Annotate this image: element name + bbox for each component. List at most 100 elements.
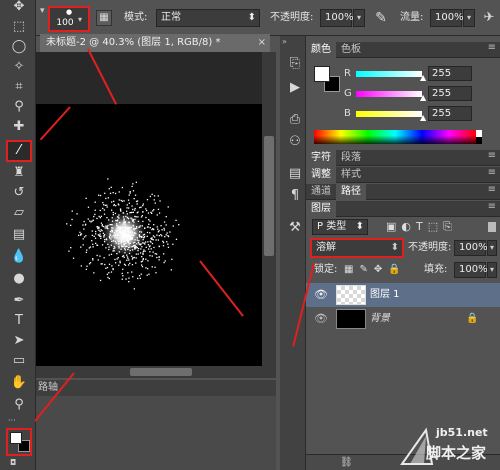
- tab-layers[interactable]: 图层: [306, 201, 336, 217]
- panel-menu-icon[interactable]: ≡: [488, 167, 496, 178]
- lock-position-icon[interactable]: ✥: [374, 264, 388, 275]
- dodge-tool-icon[interactable]: ●: [8, 269, 30, 289]
- hand-tool-icon[interactable]: ✋: [8, 373, 30, 393]
- tab-paragraph[interactable]: 段落: [336, 150, 366, 166]
- horizontal-scroll-thumb[interactable]: [130, 368, 192, 376]
- pressure-opacity-icon[interactable]: ✎: [372, 8, 390, 28]
- panel-menu-icon[interactable]: ≡: [488, 201, 496, 212]
- character-panel-icon[interactable]: ▤: [284, 164, 306, 184]
- panel-menu-icon[interactable]: ≡: [488, 42, 496, 53]
- panel-menu-icon[interactable]: ≡: [488, 184, 496, 195]
- healing-brush-tool-icon[interactable]: ✚: [8, 117, 30, 137]
- clone-source-icon[interactable]: ⚇: [284, 132, 306, 152]
- opacity-dropdown-icon[interactable]: ▾: [353, 9, 365, 27]
- history-brush-tool-icon[interactable]: ↺: [8, 183, 30, 203]
- spectrum-white-swatch[interactable]: [476, 130, 482, 137]
- blur-tool-icon[interactable]: 💧: [8, 247, 30, 267]
- layer-opacity-dropdown-icon[interactable]: ▾: [487, 240, 497, 256]
- layer-opacity-input[interactable]: 100%: [454, 240, 488, 256]
- filter-type-icon[interactable]: T: [416, 220, 428, 233]
- gradient-tool-icon[interactable]: ▤: [8, 225, 30, 245]
- spectrum-black-swatch[interactable]: [476, 137, 482, 144]
- pen-tool-icon[interactable]: ✒: [8, 291, 30, 311]
- opacity-input[interactable]: 100%: [320, 9, 354, 27]
- eye-icon[interactable]: 👁: [314, 312, 328, 326]
- blend-mode-select[interactable]: 溶解 ⬍: [310, 238, 404, 258]
- channel-g-slider[interactable]: [356, 91, 422, 97]
- magic-wand-tool-icon[interactable]: ✧: [8, 57, 30, 77]
- actions-panel-icon[interactable]: ▶: [284, 78, 306, 98]
- path-selection-tool-icon[interactable]: ➤: [8, 331, 30, 351]
- document-tab[interactable]: 未标题-2 @ 40.3% (图层 1, RGB/8) * ×: [40, 34, 270, 52]
- filter-adjustment-icon[interactable]: ◐: [401, 220, 416, 233]
- tab-color[interactable]: 颜色: [306, 42, 336, 58]
- bottom-panel-tab[interactable]: 路轴: [36, 380, 276, 396]
- brush-panel-toggle-icon[interactable]: ▦: [96, 10, 112, 26]
- tab-paths[interactable]: 路径: [336, 184, 366, 200]
- crop-tool-icon[interactable]: ⌗: [8, 77, 30, 97]
- vertical-scrollbar[interactable]: [262, 52, 276, 367]
- vertical-scroll-thumb[interactable]: [264, 136, 274, 256]
- layer-thumbnail[interactable]: [336, 309, 366, 329]
- zoom-tool-icon[interactable]: ⚲: [8, 395, 30, 415]
- lock-all-icon[interactable]: 🔒: [388, 264, 406, 275]
- clone-stamp-tool-icon[interactable]: ♜: [8, 163, 30, 183]
- brush-tool-icon[interactable]: ⁄: [6, 140, 32, 162]
- eraser-tool-icon[interactable]: ▱: [8, 203, 30, 223]
- layer-thumbnail[interactable]: [336, 285, 366, 305]
- panel-menu-icon[interactable]: ≡: [488, 150, 496, 161]
- filter-pixel-icon[interactable]: ▣: [386, 220, 401, 233]
- foreground-color-swatch[interactable]: [10, 432, 22, 444]
- eye-icon[interactable]: 👁: [314, 288, 328, 302]
- fill-input[interactable]: 100%: [454, 262, 488, 278]
- history-panel-icon[interactable]: ⎘: [284, 54, 306, 74]
- eyedropper-tool-icon[interactable]: ⚲: [8, 97, 30, 117]
- layer-filter-icons[interactable]: ▣◐T⬚⎘: [386, 218, 486, 236]
- foreground-color-chip[interactable]: [314, 66, 330, 82]
- tool-presets-icon[interactable]: ⚒: [284, 218, 306, 238]
- tab-adjustments[interactable]: 调整: [306, 167, 336, 183]
- channel-g-input[interactable]: 255: [428, 86, 472, 101]
- channel-r-input[interactable]: 255: [428, 66, 472, 81]
- brush-presets-icon[interactable]: ⎙: [284, 110, 306, 130]
- channel-b-slider[interactable]: [356, 111, 422, 117]
- paragraph-panel-icon[interactable]: ¶: [284, 186, 306, 206]
- filter-smart-icon[interactable]: ⎘: [443, 220, 457, 233]
- move-tool-icon[interactable]: ✥: [8, 0, 30, 17]
- close-icon[interactable]: ×: [258, 34, 266, 52]
- color-swatches[interactable]: [6, 428, 32, 456]
- tab-styles[interactable]: 样式: [336, 167, 366, 183]
- mode-select[interactable]: 正常 ⬍: [156, 9, 260, 27]
- lock-transparent-icon[interactable]: ▦: [344, 264, 359, 275]
- tab-character[interactable]: 字符: [306, 150, 336, 166]
- layer-filter-select[interactable]: P 类型 ⬍: [312, 219, 368, 235]
- airbrush-icon[interactable]: ✈: [480, 8, 498, 28]
- layer-row[interactable]: 👁 背景 🔒: [306, 307, 500, 331]
- flow-input[interactable]: 100%: [430, 9, 464, 27]
- slider-marker-icon[interactable]: ▲: [420, 114, 426, 122]
- canvas[interactable]: [36, 104, 262, 366]
- filter-shape-icon[interactable]: ⬚: [428, 220, 443, 233]
- quick-mask-icon[interactable]: ◘: [10, 458, 26, 468]
- flow-dropdown-icon[interactable]: ▾: [463, 9, 475, 27]
- slider-marker-icon[interactable]: ▲: [420, 74, 426, 82]
- marquee-tool-icon[interactable]: ⬚: [8, 17, 30, 37]
- layer-name[interactable]: 图层 1: [370, 288, 400, 302]
- lock-pixels-icon[interactable]: ✎: [359, 264, 373, 275]
- layer-row[interactable]: 👁 图层 1: [306, 283, 500, 307]
- tab-channels[interactable]: 通道: [306, 184, 336, 200]
- fill-dropdown-icon[interactable]: ▾: [487, 262, 497, 278]
- type-tool-icon[interactable]: T: [8, 311, 30, 331]
- lasso-tool-icon[interactable]: ◯: [8, 37, 30, 57]
- channel-r-slider[interactable]: [356, 71, 422, 77]
- shape-tool-icon[interactable]: ▭: [8, 351, 30, 371]
- channel-b-input[interactable]: 255: [428, 106, 472, 121]
- link-layers-icon[interactable]: ⛓: [340, 455, 353, 470]
- lock-icons[interactable]: ▦✎✥🔒: [344, 261, 410, 279]
- tab-swatches[interactable]: 色板: [336, 42, 366, 58]
- filter-toggle-icon[interactable]: [488, 222, 496, 232]
- slider-marker-icon[interactable]: ▲: [420, 94, 426, 102]
- more-tools-icon[interactable]: ···: [8, 417, 30, 425]
- brush-size-picker[interactable]: ● 100 ▾: [48, 6, 90, 32]
- tool-preset-dropdown-icon[interactable]: ▾: [40, 2, 48, 20]
